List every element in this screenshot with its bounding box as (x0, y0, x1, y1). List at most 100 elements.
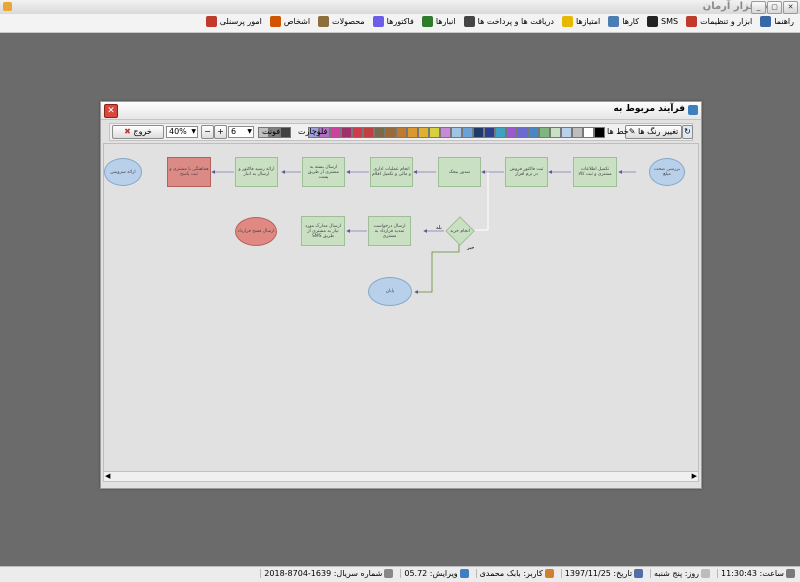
process-node[interactable]: صدور بیجک (438, 157, 481, 187)
app-logo-icon (3, 2, 12, 11)
decision-no-label: خیر (467, 245, 475, 251)
color-swatch[interactable] (539, 127, 550, 138)
warehouse-icon (421, 16, 433, 27)
color-swatch[interactable] (407, 127, 418, 138)
status-label: ویرایش: 05.72 (404, 569, 458, 578)
menu-item-label: SMS (661, 17, 679, 26)
font-size-select[interactable]: 6 ▼ (228, 126, 254, 138)
status-item: ساعت: 11:30:43 (717, 569, 798, 578)
end-node[interactable]: ارائه سرویس (104, 158, 142, 186)
status-item: کاربر: بابک محمدی (475, 569, 557, 578)
menu-item-label: امتیازها (575, 17, 601, 26)
color-swatch[interactable] (594, 127, 605, 138)
zoom-select[interactable]: 40% ▼ (166, 126, 198, 138)
serial-icon (384, 569, 394, 578)
scroll-left-icon[interactable]: ◀ (105, 472, 110, 480)
zoom-in-button[interactable]: + (214, 125, 227, 139)
end-node[interactable]: پایان (368, 277, 412, 306)
status-label: روز: پنج شنبه (654, 569, 700, 578)
dialog-close-button[interactable]: ✕ (104, 104, 118, 118)
change-colors-label: تغییر رنگ ها (637, 127, 679, 136)
menu-item-label: دریافت ها و پرداخت ها (477, 17, 554, 26)
color-swatch[interactable] (495, 127, 506, 138)
status-label: شماره سریال: 1639-8704-2018 (264, 569, 383, 578)
color-swatch[interactable] (484, 127, 495, 138)
process-dialog: فرآیند مربوط به ✕ ↻ ✎ تغییر رنگ ها خط ها… (100, 101, 702, 489)
color-swatch[interactable] (440, 127, 451, 138)
refresh-button[interactable]: ↻ (682, 125, 693, 139)
menu-item[interactable]: SMS (643, 16, 682, 27)
font-color-swatch[interactable] (280, 127, 291, 138)
sms-icon (647, 16, 659, 27)
window-titlebar: نرم افزار آرمان ✕ ▢ _ (0, 0, 800, 15)
main-menu-bar: امور پرسنلی اشخاص محصولات فاکتورها انبارها در… (0, 14, 800, 33)
color-swatch[interactable] (352, 127, 363, 138)
menu-item[interactable]: راهنما (756, 16, 798, 27)
menu-item-label: ابزار و تنظیمات (700, 17, 753, 26)
chevron-down-icon: ▼ (247, 128, 252, 135)
change-colors-button[interactable]: ✎ تغییر رنگ ها (625, 125, 682, 139)
maximize-window-button[interactable]: ▢ (767, 1, 782, 14)
close-window-button[interactable]: ✕ (783, 1, 798, 14)
color-swatch[interactable] (572, 127, 583, 138)
status-item: ویرایش: 05.72 (400, 569, 471, 578)
process-node[interactable]: ارسال درخواست تمدید قرارداد به مشتری (368, 216, 411, 246)
status-bar: شماره سریال: 1639-8704-2018 ویرایش: 05.72… (0, 566, 800, 582)
menu-item[interactable]: انبارها (418, 16, 460, 27)
decision-yes-label: بله (436, 225, 442, 231)
color-swatch[interactable] (583, 127, 594, 138)
color-swatch[interactable] (429, 127, 440, 138)
color-swatch[interactable] (473, 127, 484, 138)
color-swatch[interactable] (528, 127, 539, 138)
invoices-icon (372, 16, 384, 27)
menu-item[interactable]: فاکتورها (369, 16, 418, 27)
chevron-down-icon: ▼ (191, 128, 196, 135)
version-icon (459, 569, 469, 578)
color-swatch[interactable] (506, 127, 517, 138)
menu-item[interactable]: کارها (604, 16, 643, 27)
calendar-icon (634, 569, 644, 578)
products-icon (318, 16, 330, 27)
status-item: تاریخ: 1397/11/25 (560, 569, 646, 578)
menu-item[interactable]: امور پرسنلی (202, 16, 266, 27)
tasks-icon (608, 16, 620, 27)
color-swatch[interactable] (374, 127, 385, 138)
menu-item[interactable]: دریافت ها و پرداخت ها (460, 16, 558, 27)
process-node[interactable]: ارائه رسید فاکتور و ارسال به انبار (235, 157, 278, 187)
payments-icon (463, 16, 475, 27)
color-swatch[interactable] (462, 127, 473, 138)
day-icon (701, 569, 711, 578)
menu-item[interactable]: محصولات (314, 16, 369, 27)
process-node[interactable]: انجام عملیات اداری و مالی و تکمیل اقلام (370, 157, 413, 187)
process-node[interactable]: ثبت فاکتور فروش در نرم افزار (505, 157, 548, 187)
color-swatch[interactable] (561, 127, 572, 138)
color-swatch[interactable] (330, 127, 341, 138)
menu-item[interactable]: ابزار و تنظیمات (682, 16, 756, 27)
start-node[interactable]: بررسی صحت مبلغ (649, 158, 685, 186)
end-node[interactable]: ارسال فسخ قرارداد (235, 217, 277, 246)
dialog-titlebar: فرآیند مربوط به ✕ (101, 102, 701, 120)
color-swatch[interactable] (363, 127, 374, 138)
color-swatch[interactable] (341, 127, 352, 138)
process-node[interactable]: ارسال بسته به مشتری از طریق پست (302, 157, 345, 187)
minimize-window-button[interactable]: _ (751, 1, 766, 14)
color-swatch[interactable] (418, 127, 429, 138)
flowchart-canvas[interactable]: بررسی صحت مبلغ تکمیل اطلاعات مشتری و ثبت… (103, 143, 699, 473)
color-swatch[interactable] (396, 127, 407, 138)
scroll-right-icon[interactable]: ▶ (692, 472, 697, 480)
horizontal-scrollbar[interactable]: ◀ ▶ (103, 471, 699, 482)
status-label: ساعت: 11:30:43 (721, 569, 784, 578)
zoom-out-button[interactable]: − (201, 125, 214, 139)
color-swatch[interactable] (550, 127, 561, 138)
color-swatch[interactable] (385, 127, 396, 138)
menu-item[interactable]: امتیازها (558, 16, 604, 27)
exit-button[interactable]: ✖ خروج (112, 125, 164, 139)
menu-item[interactable]: اشخاص (266, 16, 314, 27)
process-node[interactable]: تکمیل اطلاعات مشتری و ثبت کالا (573, 157, 617, 187)
menu-list: امور پرسنلی اشخاص محصولات فاکتورها انبارها در… (202, 16, 798, 27)
dialog-title: فرآیند مربوط به (613, 104, 685, 114)
process-node[interactable]: ارسال مدارک مورد نیاز به مشتری از طریق S… (301, 216, 345, 246)
color-swatch[interactable] (451, 127, 462, 138)
color-swatch[interactable] (517, 127, 528, 138)
process-node[interactable]: هماهنگی با مشتری و ثبت پاسخ (167, 157, 211, 187)
